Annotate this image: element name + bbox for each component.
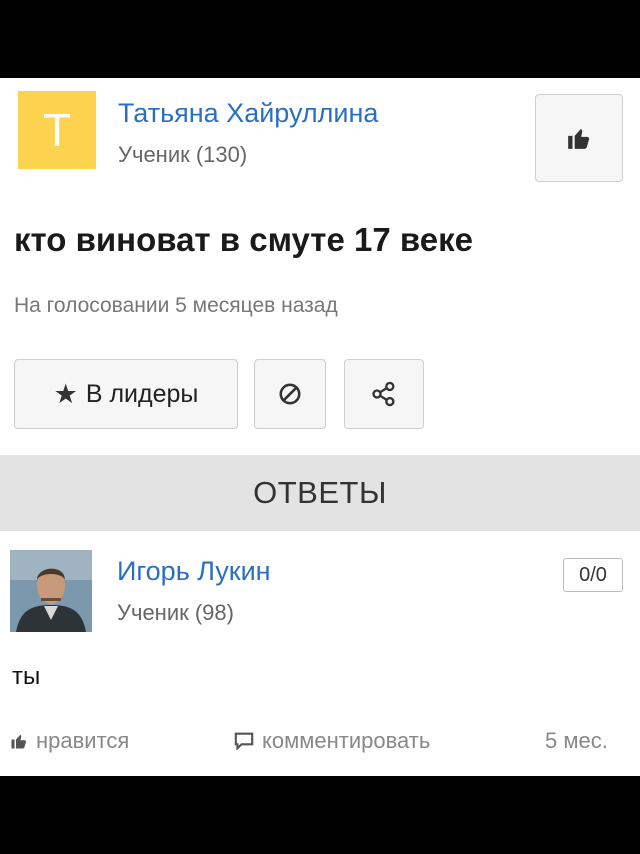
share-button[interactable]: [344, 359, 424, 429]
answer-timestamp: 5 мес.: [545, 728, 608, 753]
question-author-name[interactable]: Татьяна Хайруллина: [118, 98, 378, 129]
thumbs-up-icon: [11, 734, 27, 749]
comment-icon: [234, 732, 254, 750]
block-icon: [279, 383, 301, 405]
question-author-rank: Ученик (130): [118, 142, 248, 167]
question-title: кто виноват в смуте 17 веке: [14, 221, 473, 258]
like-question-button[interactable]: [535, 94, 623, 182]
like-answer-button[interactable]: нравится: [10, 728, 129, 754]
to-leaders-label: В лидеры: [85, 379, 199, 408]
answers-header: ОТВЕТЫ: [0, 455, 640, 531]
like-label: нравится: [36, 728, 130, 753]
comment-button[interactable]: комментировать: [234, 728, 430, 754]
question-screen: T Татьяна Хайруллина Ученик (130) кто ви…: [0, 78, 640, 776]
answer-author-rank: Ученик (98): [117, 600, 234, 625]
avatar-photo: [10, 550, 92, 632]
report-button[interactable]: [254, 359, 326, 429]
star-icon: ★: [53, 378, 78, 409]
thumbs-up-icon: [568, 129, 590, 149]
avatar-initial: T: [42, 104, 72, 156]
question-author-avatar[interactable]: T: [18, 91, 96, 169]
comment-label: комментировать: [262, 728, 431, 753]
answer-text: ты: [12, 663, 41, 690]
question-status: На голосовании 5 месяцев назад: [14, 294, 338, 317]
to-leaders-button[interactable]: ★ В лидеры: [14, 359, 238, 429]
answer-author-name[interactable]: Игорь Лукин: [117, 556, 271, 587]
answer-score: 0/0: [563, 558, 623, 592]
share-icon: [372, 381, 395, 407]
answer-author-avatar[interactable]: [10, 550, 92, 632]
